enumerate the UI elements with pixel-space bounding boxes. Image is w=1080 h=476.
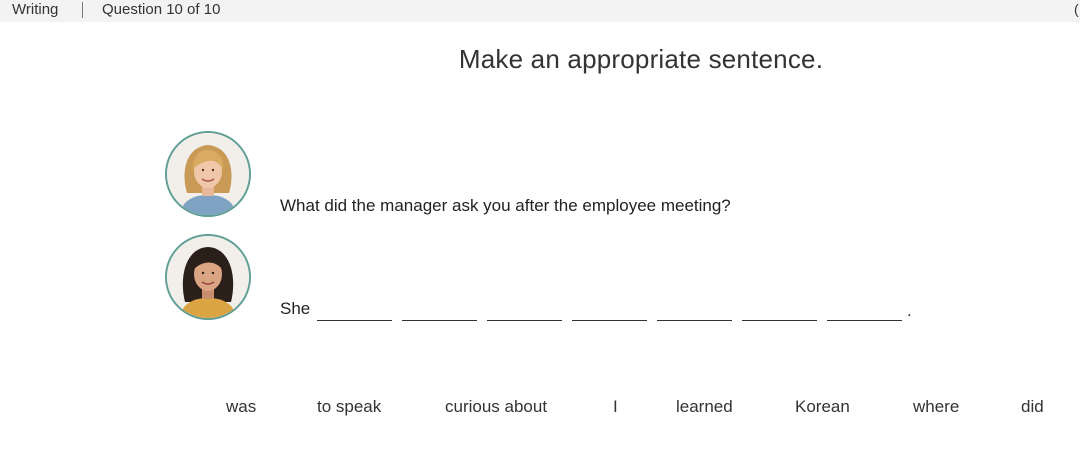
answer-prefix: She xyxy=(280,299,311,318)
answer-blank-2[interactable] xyxy=(402,320,477,321)
word-option-curious-about[interactable]: curious about xyxy=(445,397,547,417)
word-option-did[interactable]: did xyxy=(1021,397,1044,417)
answer-blank-5[interactable] xyxy=(657,320,732,321)
word-option-korean[interactable]: Korean xyxy=(795,397,850,417)
section-label: Writing xyxy=(12,1,59,18)
answer-blank-3[interactable] xyxy=(487,320,562,321)
answer-period: . xyxy=(907,301,912,320)
word-option-i[interactable]: I xyxy=(613,397,618,417)
answer-blank-6[interactable] xyxy=(742,320,817,321)
top-bar: Writing Question 10 of 10 ( xyxy=(0,0,1080,22)
speaker-1-avatar xyxy=(165,131,251,217)
word-option-where[interactable]: where xyxy=(913,397,959,417)
dialogue-question: What did the manager ask you after the e… xyxy=(280,196,731,215)
instruction-title: Make an appropriate sentence. xyxy=(458,44,824,74)
answer-blank-4[interactable] xyxy=(572,320,647,321)
word-option-was[interactable]: was xyxy=(226,397,256,417)
header-divider xyxy=(82,2,83,18)
answer-blank-1[interactable] xyxy=(317,320,392,321)
question-counter: Question 10 of 10 xyxy=(102,1,221,18)
word-option-to-speak[interactable]: to speak xyxy=(317,397,381,417)
word-option-learned[interactable]: learned xyxy=(676,397,733,417)
header-edge-glyph: ( xyxy=(1074,1,1079,17)
speaker-2-avatar xyxy=(165,234,251,320)
answer-blank-7[interactable] xyxy=(827,320,902,321)
